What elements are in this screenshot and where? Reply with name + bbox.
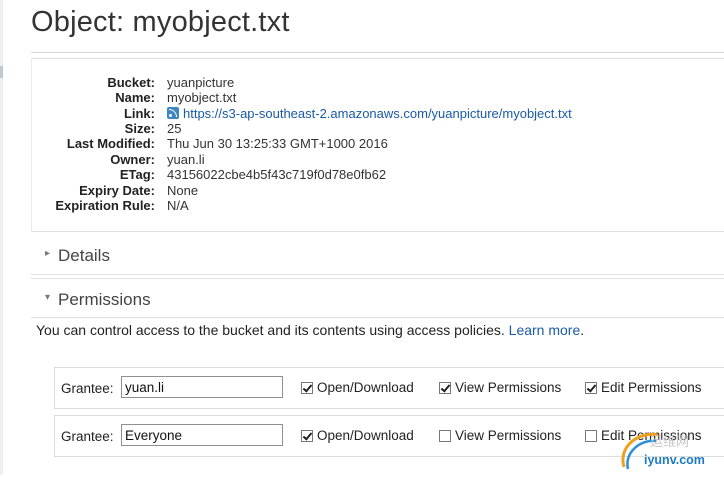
prop-value-link: https://s3-ap-southeast-2.amazonaws.com/… (167, 106, 572, 121)
prop-label-name: Name: (115, 90, 155, 105)
prop-row-expiry-date: Expiry Date: None (32, 183, 724, 199)
rss-feed-icon (167, 107, 179, 119)
prop-label-expiration-rule: Expiration Rule: (55, 198, 155, 213)
checkbox-checked-icon[interactable] (585, 382, 597, 394)
prop-row-etag: ETag: 43156022cbe4b5f43c719f0d78e0fb62 (32, 167, 724, 183)
checkbox-checked-icon[interactable] (301, 382, 313, 394)
prop-label-expiry-date: Expiry Date: (79, 183, 155, 198)
prop-row-bucket: Bucket: yuanpicture (32, 75, 724, 91)
checkbox-checked-icon[interactable] (301, 430, 313, 442)
prop-label-link: Link: (123, 106, 155, 121)
open-download-label: Open/Download (317, 380, 414, 395)
prop-value-size: 25 (167, 121, 182, 136)
prop-row-name: Name: myobject.txt (32, 90, 724, 106)
view-permissions-checkbox[interactable]: View Permissions (439, 428, 561, 443)
title-divider (31, 52, 724, 53)
prop-value-last-modified: Thu Jun 30 13:25:33 GMT+1000 2016 (167, 136, 388, 151)
prop-label-bucket: Bucket: (107, 75, 155, 90)
permissions-description: You can control access to the bucket and… (36, 322, 584, 338)
prop-value-expiration-rule: N/A (167, 198, 189, 213)
left-edge-marker (0, 66, 3, 78)
object-properties-panel: Bucket: yuanpicture Name: myobject.txt L… (31, 58, 724, 232)
prop-label-last-modified: Last Modified: (66, 136, 155, 151)
prop-row-last-modified: Last Modified: Thu Jun 30 13:25:33 GMT+1… (32, 136, 724, 152)
grantee-row: Grantee: Open/Download View Permissions … (54, 367, 724, 409)
view-permissions-label: View Permissions (455, 428, 562, 443)
view-permissions-label: View Permissions (455, 380, 562, 395)
left-edge-strip (0, 0, 3, 475)
grantee-label: Grantee: (61, 381, 114, 396)
view-permissions-checkbox[interactable]: View Permissions (439, 380, 561, 395)
prop-row-expiration-rule: Expiration Rule: N/A (32, 198, 724, 214)
section-permissions-label: Permissions (58, 290, 151, 309)
section-permissions-header[interactable]: ▾ Permissions (31, 278, 724, 318)
prop-label-size: Size: (124, 121, 155, 136)
open-download-checkbox[interactable]: Open/Download (301, 428, 414, 443)
description-period: . (580, 322, 585, 338)
object-url-link[interactable]: https://s3-ap-southeast-2.amazonaws.com/… (183, 106, 572, 121)
edit-permissions-label: Edit Permissions (601, 380, 702, 395)
checkbox-unchecked-icon[interactable] (585, 430, 597, 442)
section-details-header[interactable]: ▸ Details (31, 235, 724, 275)
prop-row-link: Link: https://s3-ap-southeast-2.amazonaw… (32, 106, 724, 122)
chevron-right-icon: ▸ (45, 248, 51, 259)
prop-value-owner: yuan.li (167, 152, 205, 167)
site-watermark: 运维网 iyunv.com (618, 427, 722, 473)
page-title: Object: myobject.txt (31, 6, 290, 38)
open-download-checkbox[interactable]: Open/Download (301, 380, 414, 395)
edit-permissions-checkbox[interactable]: Edit Permissions (585, 380, 702, 395)
grantee-input[interactable] (121, 424, 283, 446)
grantee-label: Grantee: (61, 429, 114, 444)
prop-label-owner: Owner: (110, 152, 155, 167)
checkbox-checked-icon[interactable] (439, 382, 451, 394)
permissions-description-text: You can control access to the bucket and… (36, 322, 505, 338)
checkbox-unchecked-icon[interactable] (439, 430, 451, 442)
section-details-label: Details (58, 246, 110, 265)
prop-row-size: Size: 25 (32, 121, 724, 137)
chevron-down-icon: ▾ (45, 292, 51, 303)
prop-value-name: myobject.txt (167, 90, 237, 105)
prop-value-bucket: yuanpicture (167, 75, 235, 90)
open-download-label: Open/Download (317, 428, 414, 443)
prop-row-owner: Owner: yuan.li (32, 152, 724, 168)
prop-value-expiry-date: None (167, 183, 199, 198)
watermark-cn-text: 运维网 (650, 434, 690, 449)
prop-label-etag: ETag: (119, 167, 155, 182)
watermark-text: iyunv.com (644, 453, 705, 467)
learn-more-link[interactable]: Learn more (509, 322, 581, 338)
prop-value-etag: 43156022cbe4b5f43c719f0d78e0fb62 (167, 167, 387, 182)
grantee-input[interactable] (121, 376, 283, 398)
